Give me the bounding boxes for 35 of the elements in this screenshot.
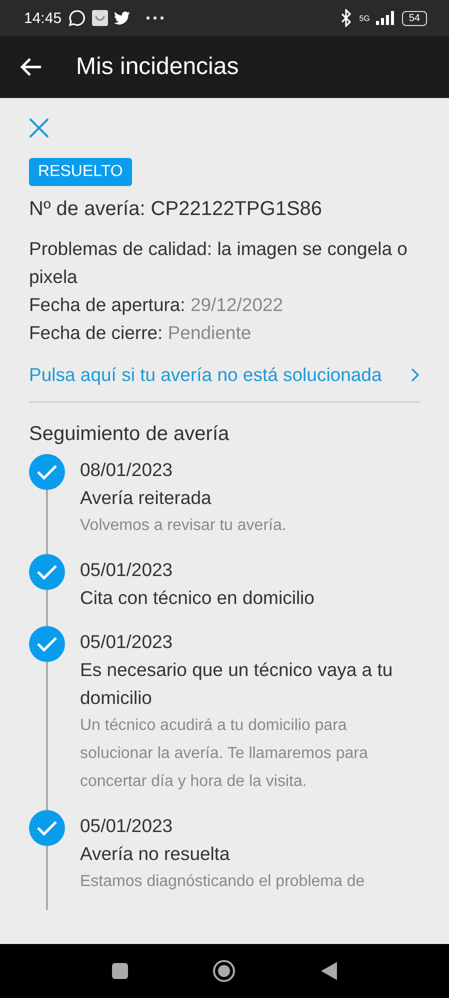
- bluetooth-icon: [339, 9, 354, 27]
- incident-number: Nº de avería: CP22122TPG1S86: [29, 198, 324, 221]
- clock: 14:45: [24, 10, 62, 26]
- chat-bubble-icon: [68, 9, 86, 27]
- step-detail: Volvemos a revisar tu avería.: [80, 516, 288, 536]
- field-value: Pendiente: [168, 322, 252, 343]
- step-title: Avería reiterada: [80, 486, 212, 510]
- back-icon[interactable]: [320, 962, 337, 980]
- step-detail: Un técnico acudirá a tu domicilio para solucionar la avería. Te llamaremos para concertar día y hora de la visita.: [80, 716, 369, 792]
- step-date: 05/01/2023: [80, 630, 174, 654]
- more-icon: [146, 16, 164, 20]
- section-title: Seguimiento de avería: [29, 423, 230, 446]
- signal-icon: [376, 11, 396, 25]
- field-value: 29/12/2022: [190, 294, 284, 315]
- incident-description: Problemas de calidad: la imagen se congela o pixela: [29, 237, 408, 289]
- field-label: Fecha de apertura:: [29, 294, 186, 315]
- home-icon[interactable]: [212, 959, 236, 983]
- battery-level: 54: [402, 10, 427, 26]
- bird-icon: [114, 11, 130, 25]
- field-label: Fecha de cierre:: [29, 322, 163, 343]
- status-badge: RESUELTO: [29, 158, 132, 186]
- step-date: 08/01/2023: [80, 458, 174, 482]
- unresolved-link[interactable]: Pulsa aquí si tu avería no está solucionada: [29, 347, 420, 403]
- chevron-right-icon: [410, 367, 420, 383]
- step-title: Es necesario que un técnico vaya a tu domicilio: [80, 658, 394, 710]
- step-detail: Estamos diagnósticando el problema de: [80, 872, 366, 892]
- smile-app-icon: [92, 10, 108, 26]
- step-date: 05/01/2023: [80, 814, 174, 838]
- step-date: 05/01/2023: [80, 558, 174, 582]
- network-label: 5G: [359, 14, 370, 22]
- step-title: Cita con técnico en domicilio: [80, 586, 316, 610]
- back-arrow-icon[interactable]: [20, 57, 42, 77]
- step-title: Avería no resuelta: [80, 842, 231, 866]
- recents-icon[interactable]: [112, 963, 128, 979]
- screen-title: Mis incidencias: [76, 53, 239, 81]
